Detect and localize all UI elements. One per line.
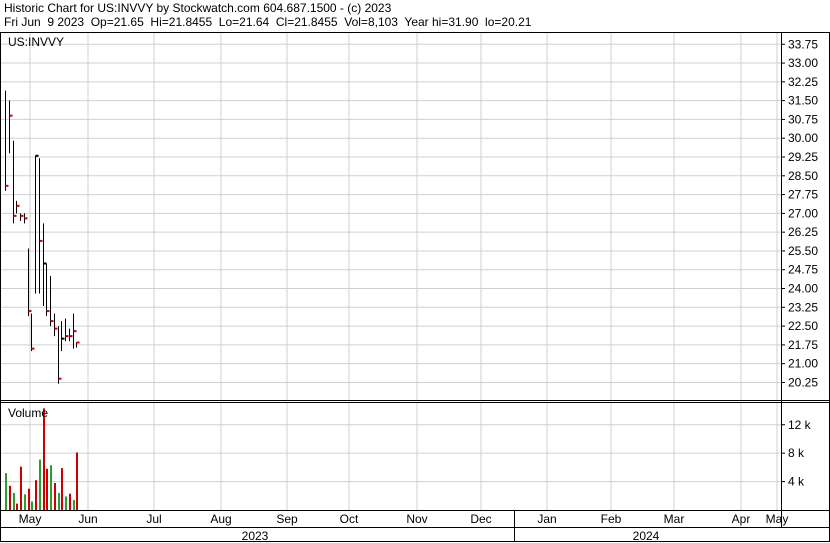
volume-bar [24,494,26,510]
price-tick-label: 27.75 [788,188,818,202]
price-tick-label: 24.00 [788,282,818,296]
volume-bar [5,473,7,510]
volume-bar [69,493,71,510]
volume-bar [76,452,78,510]
stock-chart: 20.25 21.00 21.75 22.50 23.25 24.00 24.75 25.50… [0,32,830,543]
price-tick-label: 33.00 [788,56,818,70]
price-tick-label: 28.50 [788,169,818,183]
month-label: Nov [406,512,427,526]
volume-bar [54,483,56,510]
volume-bars [5,408,78,510]
price-tick-label: 21.75 [788,338,818,352]
price-tick-label: 33.75 [788,37,818,51]
volume-bar [73,500,75,510]
price-tick-label: 20.25 [788,375,818,389]
month-label: May [766,512,789,526]
volume-bar [13,492,15,510]
outer-frame [0,32,830,542]
volume-tick-label: 4 k [788,475,805,489]
month-label: Feb [601,512,622,526]
chart-frame [0,32,830,542]
axis-labels: 20.25 21.00 21.75 22.50 23.25 24.00 24.75 25.50… [19,37,819,543]
price-tick-label: 23.25 [788,300,818,314]
volume-panel-label: Volume [8,406,49,420]
volume-bar [35,480,37,510]
price-tick-label: 24.75 [788,263,818,277]
month-label: Jul [146,512,161,526]
month-label: Sep [276,512,298,526]
volume-bar [9,485,11,510]
volume-bar [58,492,60,510]
volume-tick-label: 8 k [788,446,805,460]
price-tick-label: 27.00 [788,206,818,220]
volume-bar [28,488,30,510]
price-tick-label: 26.25 [788,225,818,239]
price-tick-label: 32.25 [788,75,818,89]
volume-bar [65,496,67,510]
price-bars [5,90,80,384]
price-tick-label: 25.50 [788,244,818,258]
price-tick-label: 22.50 [788,319,818,333]
price-tick-label: 29.25 [788,150,818,164]
volume-bar [20,466,22,510]
volume-bar [50,465,52,510]
price-tick-label: 31.50 [788,94,818,108]
year-label: 2023 [242,529,269,543]
volume-tick-label: 12 k [788,418,812,432]
volume-bar [61,468,63,510]
month-label: Aug [210,512,231,526]
month-label: Oct [340,512,359,526]
month-label: Jan [537,512,556,526]
volume-bar [43,408,45,510]
price-tick-label: 21.00 [788,357,818,371]
month-label: Jun [78,512,97,526]
year-label: 2024 [633,529,660,543]
volume-bar [46,468,48,510]
volume-bar [31,501,33,510]
price-tick-label: 30.75 [788,112,818,126]
month-label: Dec [470,512,491,526]
month-label: Apr [732,512,751,526]
month-label: Mar [664,512,685,526]
grid-lines [1,33,781,510]
price-tick-label: 30.00 [788,131,818,145]
month-label: May [19,512,42,526]
volume-bar [16,503,18,510]
volume-bar [39,459,41,510]
price-panel-label: US:INVVY [8,35,65,49]
